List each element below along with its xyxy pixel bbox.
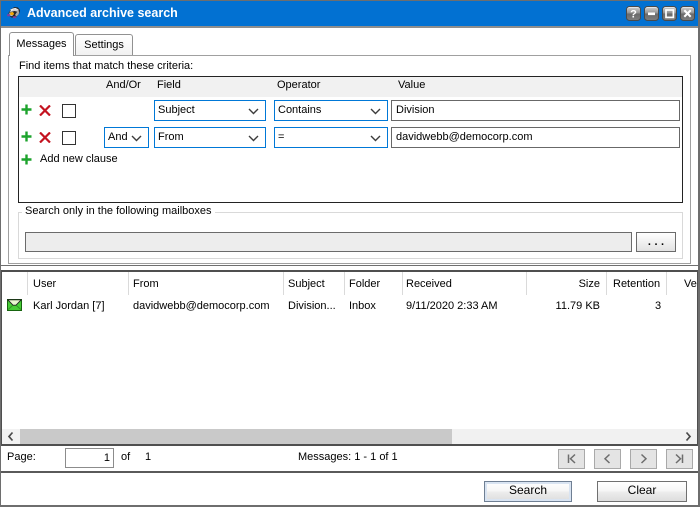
- svg-text:?: ?: [630, 9, 637, 21]
